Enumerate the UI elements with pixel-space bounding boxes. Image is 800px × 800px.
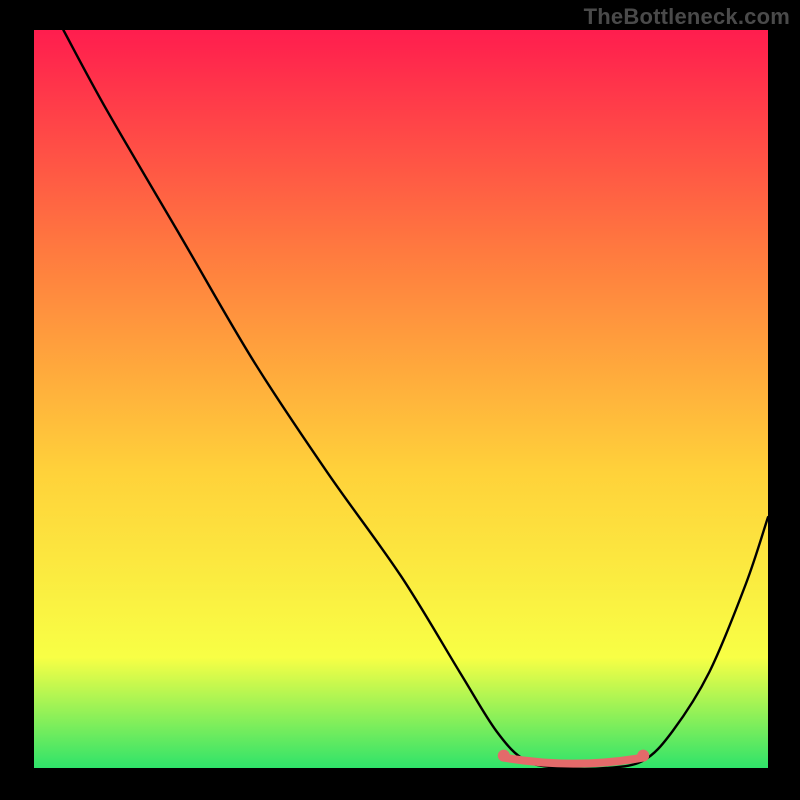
- chart-plot-area: [34, 30, 768, 768]
- chart-stage: TheBottleneck.com: [0, 0, 800, 800]
- watermark-label: TheBottleneck.com: [584, 4, 790, 30]
- optimal-band-start-dot: [498, 750, 510, 762]
- chart-gradient-bg: [34, 30, 768, 768]
- optimal-band-end-dot: [637, 750, 649, 762]
- chart-svg: [34, 30, 768, 768]
